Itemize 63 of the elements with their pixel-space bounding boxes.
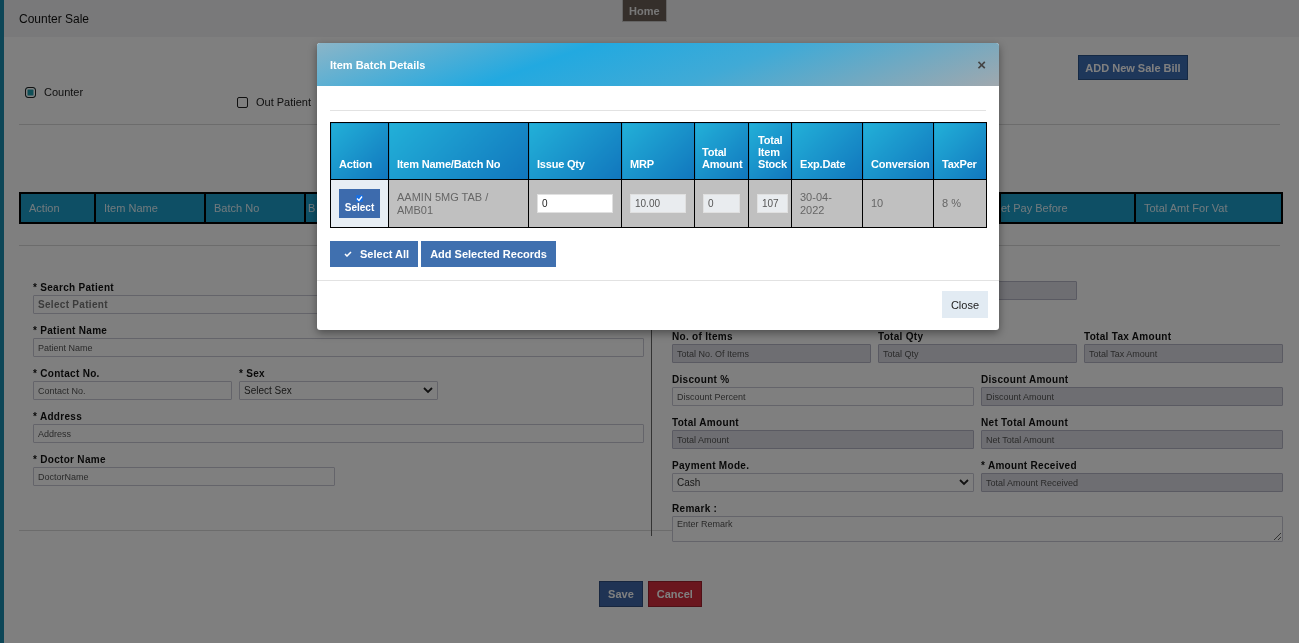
input-field[interactable]: Discount Percent (672, 387, 974, 406)
field-label: Discount Amount (981, 373, 1070, 387)
table-cell: 8 % (933, 179, 987, 228)
table-cell: 10 (862, 179, 934, 228)
input-field[interactable]: 0 (537, 194, 613, 213)
column-header: MRP (621, 122, 695, 180)
column-header: Issue Qty (528, 122, 622, 180)
field-label: Total Amount (672, 416, 740, 430)
column-header: Conversion (862, 122, 934, 180)
input-field[interactable]: Patient Name (33, 338, 644, 357)
field-label: Total Qty (878, 330, 925, 344)
table-cell: 30-04-2022 (791, 179, 863, 228)
input-field[interactable]: 10.00 (630, 194, 686, 213)
checkbox[interactable] (237, 96, 248, 108)
input-field[interactable]: Address (33, 424, 644, 443)
check-icon (344, 251, 352, 257)
field-label: Net Total Amount (981, 416, 1069, 430)
cancel-button[interactable]: Cancel (647, 581, 702, 607)
remark-field[interactable]: Enter Remark (672, 516, 1283, 542)
field-label: * Patient Name (33, 324, 109, 338)
select-field[interactable]: Cash (672, 473, 974, 492)
option-label: Counter (44, 86, 84, 98)
column-header: Item Name/Batch No (388, 122, 529, 180)
add-records-button[interactable]: Add Selected Records (421, 241, 556, 267)
field-label: * Contact No. (33, 367, 101, 381)
input-field[interactable]: Contact No. (33, 381, 232, 400)
add-sale-bill-button[interactable]: ADD New Sale Bill (1078, 55, 1188, 80)
field-label: * Address (33, 410, 83, 424)
column-header: Item Name (96, 194, 206, 222)
field-label: * Doctor Name (33, 453, 107, 467)
column-header: TaxPer (933, 122, 987, 180)
field-label: * Search Patient (33, 281, 115, 295)
field-label: * Sex (239, 367, 266, 381)
column-header: Action (21, 194, 96, 222)
input-field[interactable]: 0 (703, 194, 740, 213)
column-header: Total Amt For Vat (1143, 201, 1229, 216)
column-header: Exp.Date (791, 122, 863, 180)
select-button[interactable]: Select (339, 189, 380, 218)
field-label: Discount % (672, 373, 731, 387)
chevron-down-icon (959, 479, 969, 486)
column-header: Batch No (206, 194, 306, 222)
modal-title: Item Batch Details (330, 58, 426, 71)
chevron-down-icon (423, 387, 433, 394)
field-label: Payment Mode. (672, 459, 751, 473)
close-button[interactable]: Close (941, 291, 988, 318)
option-label: Out Patient (256, 96, 312, 108)
field-label: No. of Items (672, 330, 734, 344)
field-label: Total Tax Amount (1084, 330, 1173, 344)
column-header: Total Item Stock (748, 122, 792, 180)
input-field[interactable]: 107 (757, 194, 788, 213)
home-tab[interactable]: Home (622, 0, 667, 22)
field-label: * Amount Received (981, 459, 1078, 473)
column-header: Action (330, 122, 389, 180)
column-header: Total Amount (694, 122, 749, 180)
table-cell: AAMIN 5MG TAB / AMB01 (388, 179, 529, 228)
column-header: et Pay Before (1001, 194, 1136, 222)
field-label: Remark : (672, 502, 719, 516)
select-field[interactable]: Select Sex (239, 381, 438, 400)
page-title: Counter Sale (19, 11, 90, 26)
select-all-button[interactable]: Select All (330, 241, 419, 267)
radio-button[interactable] (25, 86, 36, 98)
save-button[interactable]: Save (599, 581, 643, 607)
input-field[interactable]: DoctorName (33, 467, 335, 486)
